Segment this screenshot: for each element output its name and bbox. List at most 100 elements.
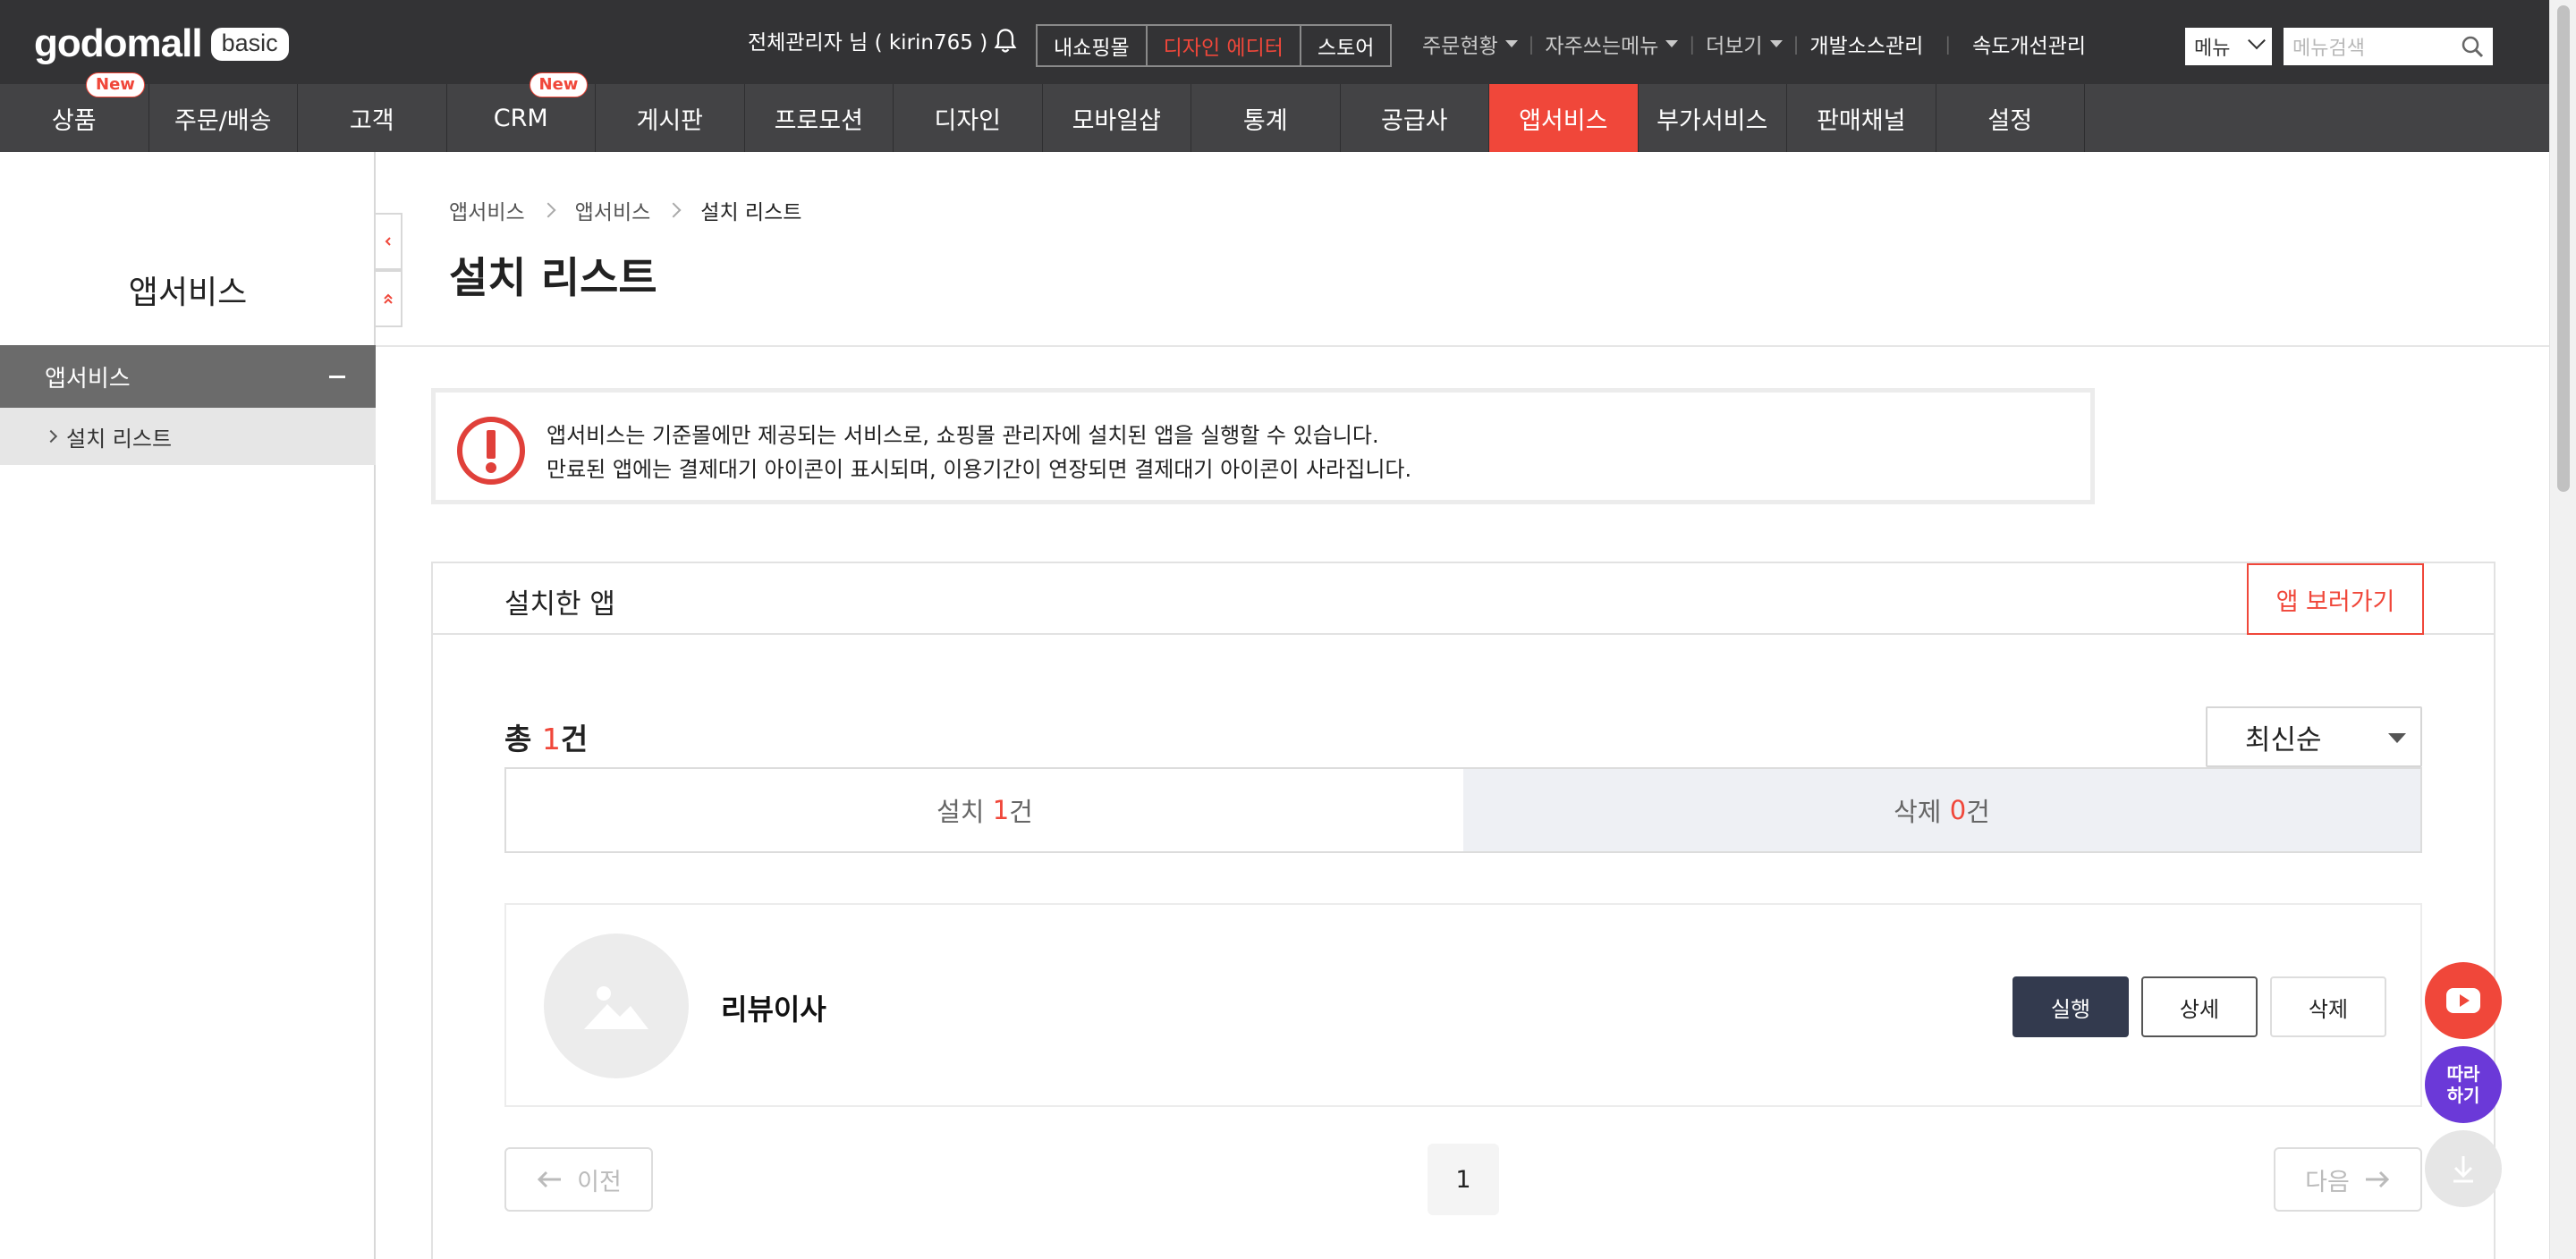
sidebar-item-install-list[interactable]: 설치 리스트	[0, 408, 376, 465]
detail-button[interactable]: 상세	[2141, 976, 2258, 1037]
next-page-button[interactable]: 다음	[2274, 1147, 2422, 1212]
divider: |	[1945, 33, 1952, 55]
panel-header: 설치한 앱 앱 보러가기	[433, 563, 2494, 635]
tab-label: 삭제	[1894, 797, 1942, 827]
nav-label: 앱서비스	[1519, 106, 1608, 135]
nav-label: 모바일샵	[1072, 106, 1161, 135]
divider: |	[1689, 33, 1696, 55]
nav-addon-service[interactable]: 부가서비스	[1639, 84, 1787, 152]
run-button[interactable]: 실행	[2012, 976, 2129, 1037]
nav-label: 부가서비스	[1657, 106, 1768, 135]
tab-installed[interactable]: 설치 1건	[506, 769, 1463, 851]
total-prefix: 총	[504, 722, 542, 756]
caret-down-icon	[1504, 40, 1518, 47]
store-button[interactable]: 스토어	[1301, 26, 1390, 65]
next-label: 다음	[2305, 1168, 2350, 1196]
favorites-label: 자주쓰는메뉴	[1545, 35, 1659, 58]
breadcrumb-item[interactable]: 앱서비스	[575, 195, 651, 225]
divider	[376, 345, 2549, 347]
nav-orders[interactable]: 주문/배송	[149, 84, 298, 152]
panel-title: 설치한 앱	[504, 588, 615, 621]
prev-page-button[interactable]: 이전	[504, 1147, 653, 1212]
tab-suffix: 건	[1966, 797, 1990, 827]
tab-label: 설치	[936, 797, 985, 827]
nav-sales-channel[interactable]: 판매채널	[1787, 84, 1936, 152]
top-button-group: 내쇼핑몰 디자인 에디터 스토어	[1036, 24, 1393, 67]
main-nav: New 상품 주문/배송 고객 New CRM 게시판 프로모션 디자인 모바일샵 …	[0, 72, 2549, 152]
nav-crm[interactable]: New CRM	[447, 72, 596, 152]
notice-box: 앱서비스는 기준몰에만 제공되는 서비스로, 쇼핑몰 관리자에 설치된 앱을 실…	[431, 388, 2095, 504]
app-thumbnail	[544, 934, 689, 1078]
dev-source-link[interactable]: 개발소스관리	[1809, 29, 1923, 59]
collapse-minus-icon[interactable]	[329, 376, 345, 378]
menu-select[interactable]: 메뉴	[2185, 28, 2272, 65]
follow-along-button[interactable]: 따라 하기	[2425, 1046, 2502, 1123]
page-number[interactable]: 1	[1428, 1144, 1499, 1215]
chevron-down-icon	[2248, 31, 2266, 50]
image-placeholder-icon	[584, 986, 648, 1029]
total-count: 총 1건	[504, 715, 588, 758]
menu-search-input[interactable]: 메뉴검색	[2284, 28, 2493, 65]
nav-label: 디자인	[934, 106, 1002, 135]
total-suffix: 건	[560, 722, 589, 756]
nav-board[interactable]: 게시판	[596, 84, 745, 152]
nav-settings[interactable]: 설정	[1936, 84, 2085, 152]
nav-mobile-shop[interactable]: 모바일샵	[1043, 84, 1191, 152]
my-shop-button[interactable]: 내쇼핑몰	[1038, 26, 1148, 65]
exclamation-circle-icon	[457, 417, 525, 485]
notice-line-1: 앱서비스는 기준몰에만 제공되는 서비스로, 쇼핑몰 관리자에 설치된 앱을 실…	[547, 423, 1379, 448]
scrollbar-thumb[interactable]	[2557, 5, 2570, 492]
caret-down-icon	[2388, 733, 2406, 743]
nav-promotion[interactable]: 프로모션	[745, 84, 894, 152]
menu-search-placeholder: 메뉴검색	[2292, 38, 2365, 60]
tab-count: 0	[1949, 795, 1967, 825]
menu-select-value: 메뉴	[2194, 38, 2231, 60]
admin-user-name[interactable]: 전체관리자 님 ( kirin765 )	[748, 25, 987, 55]
nav-label: 프로모션	[774, 106, 863, 135]
speed-improvement-link[interactable]: 속도개선관리	[1972, 29, 2086, 59]
godomall-logo[interactable]: godomall basic	[34, 20, 289, 68]
search-icon[interactable]	[2461, 35, 2484, 58]
bell-icon[interactable]	[993, 27, 1018, 55]
top-bar: godomall basic 전체관리자 님 ( kirin765 ) 내쇼핑몰…	[0, 0, 2549, 84]
sidebar-collapse-button[interactable]	[376, 213, 402, 270]
nav-app-service[interactable]: 앱서비스	[1489, 84, 1639, 152]
design-editor-button[interactable]: 디자인 에디터	[1148, 26, 1301, 65]
delete-button[interactable]: 삭제	[2270, 976, 2386, 1037]
order-status-dropdown[interactable]: 주문현황	[1422, 29, 1518, 59]
nav-statistics[interactable]: 통계	[1191, 84, 1341, 152]
arrow-left-icon	[538, 1170, 562, 1188]
follow-label-line1: 따라	[2446, 1063, 2480, 1085]
sidebar: 앱서비스 앱서비스 설치 리스트	[0, 152, 376, 1259]
sidebar-item-label: 설치 리스트	[66, 426, 173, 452]
nav-label: 주문/배송	[174, 106, 272, 135]
scroll-down-button[interactable]	[2425, 1130, 2502, 1207]
sort-select[interactable]: 최신순	[2206, 706, 2422, 767]
nav-design[interactable]: 디자인	[894, 84, 1043, 152]
browse-apps-button[interactable]: 앱 보러가기	[2247, 563, 2424, 635]
arrow-right-icon	[2365, 1170, 2389, 1188]
scroll-top-button[interactable]	[376, 270, 402, 327]
tab-deleted[interactable]: 삭제 0건	[1463, 769, 2420, 851]
nav-label: 공급사	[1380, 106, 1448, 135]
chevron-right-icon	[44, 429, 58, 444]
more-dropdown[interactable]: 더보기	[1706, 29, 1783, 59]
nav-suppliers[interactable]: 공급사	[1341, 84, 1489, 152]
nav-products[interactable]: New 상품	[0, 72, 149, 152]
breadcrumb-item[interactable]: 앱서비스	[449, 195, 525, 225]
breadcrumb-current: 설치 리스트	[700, 201, 802, 224]
new-badge: New	[86, 72, 145, 97]
divider: |	[1792, 33, 1800, 55]
sidebar-group-app-service[interactable]: 앱서비스	[0, 345, 376, 408]
install-tabs: 설치 1건 삭제 0건	[504, 767, 2422, 853]
sidebar-group-label: 앱서비스	[45, 365, 131, 393]
youtube-button[interactable]	[2425, 962, 2502, 1039]
nav-label: 통계	[1242, 106, 1288, 135]
new-badge: New	[529, 72, 589, 97]
nav-customers[interactable]: 고객	[298, 84, 447, 152]
follow-label-line2: 하기	[2446, 1085, 2480, 1106]
vertical-scrollbar[interactable]	[2549, 0, 2576, 1259]
favorites-dropdown[interactable]: 자주쓰는메뉴	[1545, 29, 1679, 59]
follow-label: 따라 하기	[2447, 1063, 2480, 1106]
nav-label: 상품	[51, 106, 97, 135]
